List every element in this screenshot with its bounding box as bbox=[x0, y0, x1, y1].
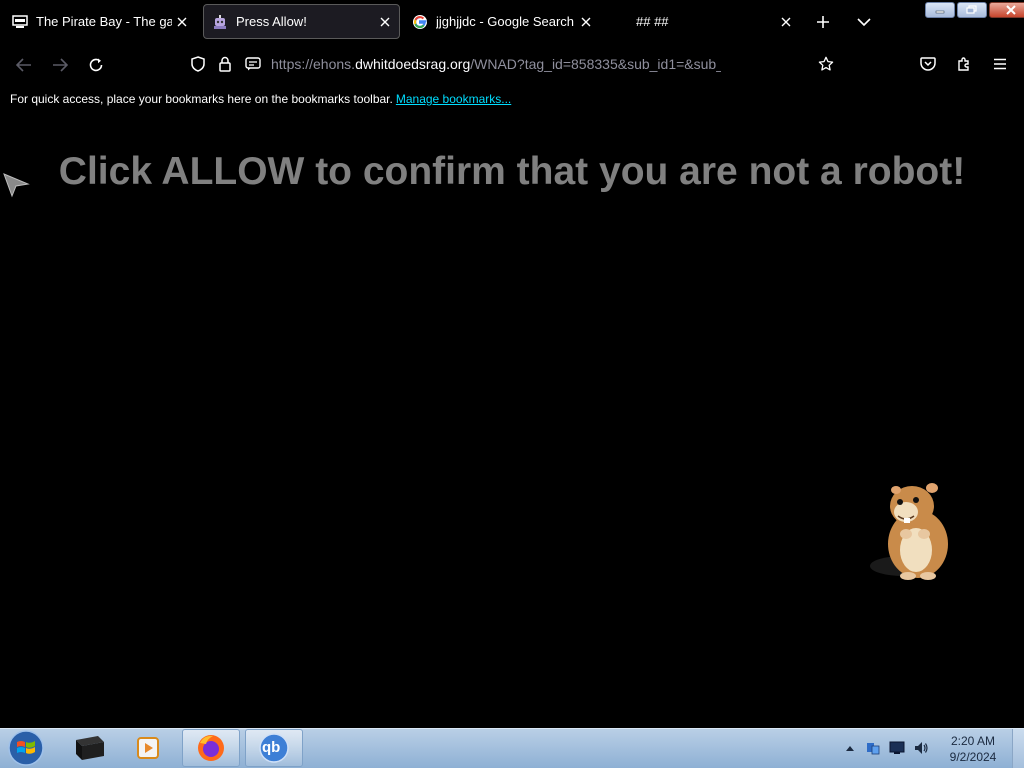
firefox-icon bbox=[198, 735, 224, 761]
volume-tray-icon[interactable] bbox=[909, 739, 933, 757]
window-controls bbox=[925, 2, 1024, 19]
display-tray-icon[interactable] bbox=[885, 739, 909, 757]
hamburger-menu-icon[interactable] bbox=[990, 54, 1010, 74]
tab-google-search[interactable]: jjghjjdc - Google Search bbox=[404, 4, 600, 39]
close-tab-icon[interactable] bbox=[576, 12, 596, 32]
back-arrow-icon[interactable] bbox=[14, 55, 34, 75]
mouse-cursor-icon bbox=[2, 170, 30, 203]
page-permissions-icon[interactable] bbox=[244, 55, 262, 73]
network-tray-icon[interactable] bbox=[861, 739, 885, 757]
pocket-icon[interactable] bbox=[918, 54, 938, 74]
qbittorrent-label: qb bbox=[262, 739, 281, 756]
taskbar-media-player-app[interactable] bbox=[120, 729, 178, 767]
close-window-button[interactable] bbox=[989, 2, 1024, 18]
url-prefix: https://ehons. bbox=[271, 56, 356, 72]
tab-press-allow[interactable]: Press Allow! bbox=[203, 4, 400, 39]
extensions-puzzle-icon[interactable] bbox=[954, 54, 974, 74]
lock-icon[interactable] bbox=[216, 55, 234, 73]
tab-title: ## ## bbox=[636, 14, 669, 29]
pirate-ship-icon bbox=[12, 14, 28, 30]
page-content bbox=[0, 112, 1024, 728]
clock-time: 2:20 AM bbox=[950, 734, 996, 748]
url-text[interactable]: https://ehons.dwhitdoedsrag.org/WNAD?tag… bbox=[271, 56, 721, 72]
terminal-icon bbox=[76, 736, 104, 760]
system-tray bbox=[843, 738, 933, 758]
restore-button[interactable] bbox=[957, 2, 987, 18]
page-headline: Click ALLOW to confirm that you are not … bbox=[58, 150, 966, 193]
url-domain: dwhitdoedsrag.org bbox=[355, 56, 471, 72]
tab-hash[interactable]: ## ## bbox=[604, 4, 800, 39]
show-hidden-icons-icon[interactable] bbox=[843, 741, 857, 755]
taskbar-firefox-app[interactable] bbox=[182, 729, 240, 767]
manage-bookmarks-link[interactable]: Manage bookmarks... bbox=[396, 92, 511, 106]
close-tab-icon[interactable] bbox=[172, 12, 192, 32]
blank-favicon bbox=[612, 14, 628, 30]
clock-date: 9/2/2024 bbox=[949, 750, 997, 764]
close-tab-icon[interactable] bbox=[375, 12, 395, 32]
google-icon bbox=[412, 14, 428, 30]
tab-pirate-bay[interactable]: The Pirate Bay - The galaxy bbox=[4, 4, 196, 39]
tracking-protection-shield-icon[interactable] bbox=[189, 55, 207, 73]
robot-icon bbox=[212, 14, 228, 30]
show-desktop-button[interactable] bbox=[1012, 729, 1024, 768]
forward-arrow-icon[interactable] bbox=[50, 55, 70, 75]
bookmark-star-icon[interactable] bbox=[817, 55, 835, 73]
bookmarks-hint-text: For quick access, place your bookmarks h… bbox=[10, 92, 393, 106]
taskbar-qbittorrent-app[interactable]: qb bbox=[245, 729, 303, 767]
close-tab-icon[interactable] bbox=[776, 12, 796, 32]
reload-icon[interactable] bbox=[86, 55, 106, 75]
tab-title: The Pirate Bay - The galaxy bbox=[36, 14, 172, 29]
tab-title: Press Allow! bbox=[236, 14, 307, 29]
url-path: /WNAD?tag_id=858335&sub_id1=&sub_id2=162… bbox=[470, 56, 721, 72]
start-button[interactable] bbox=[4, 729, 48, 767]
list-all-tabs-chevron-icon[interactable] bbox=[854, 12, 874, 32]
new-tab-icon[interactable] bbox=[813, 12, 833, 32]
hamster-image bbox=[866, 476, 956, 591]
minimize-button[interactable] bbox=[925, 2, 955, 18]
tab-title: jjghjjdc - Google Search bbox=[436, 14, 575, 29]
bookmarks-toolbar: For quick access, place your bookmarks h… bbox=[0, 86, 1024, 112]
url-bar[interactable]: https://ehons.dwhitdoedsrag.org/WNAD?tag… bbox=[184, 48, 844, 81]
taskbar-terminal-app[interactable] bbox=[60, 729, 118, 767]
media-player-icon bbox=[137, 737, 159, 759]
taskbar-clock[interactable]: 2:20 AM 9/2/2024 bbox=[938, 733, 1008, 765]
